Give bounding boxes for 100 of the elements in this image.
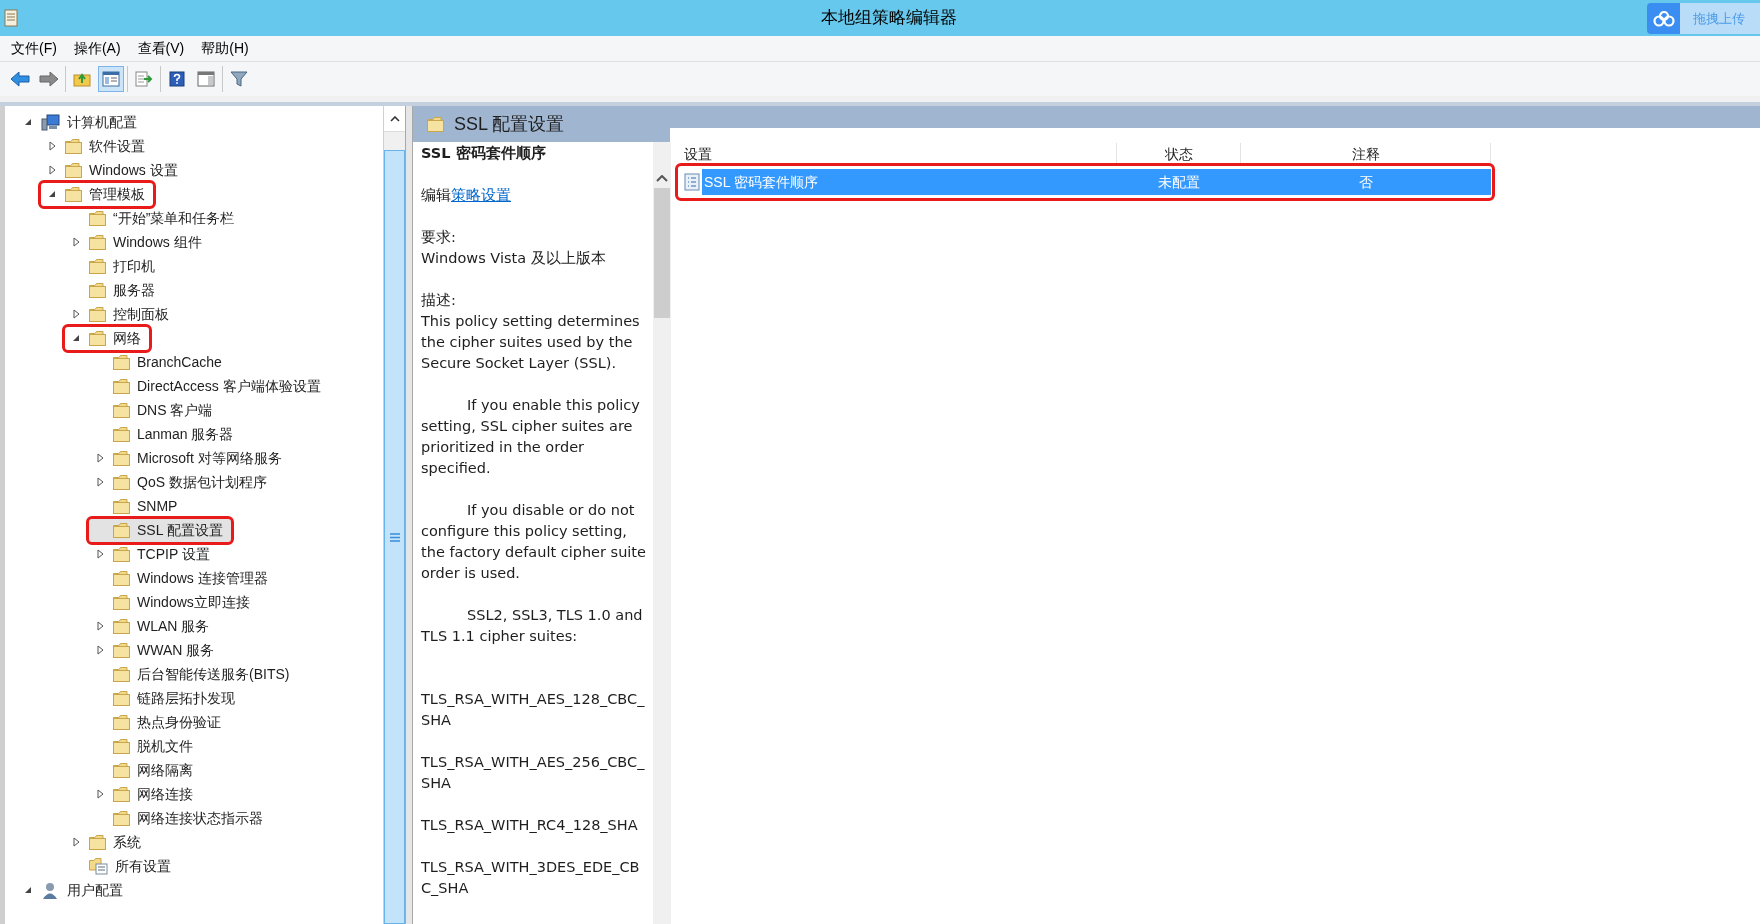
collapsed-triangle-icon[interactable] [48,141,56,151]
collapsed-triangle-icon[interactable] [96,549,104,559]
tree-item[interactable]: 系统 [65,830,149,854]
list-cell-text: SSL 密码套件顺序 [703,172,819,192]
folder-icon [113,618,130,634]
description-label: 描述: [421,291,457,310]
tree-item[interactable]: SSL 配置设置 [89,518,231,542]
menu-item[interactable]: 查看(V) [130,38,192,59]
tree-item[interactable]: 控制面板 [65,302,177,326]
tree-item-label: DNS 客户端 [137,400,213,420]
collapsed-triangle-icon[interactable] [96,453,104,463]
collapsed-triangle-icon[interactable] [96,789,104,799]
collapsed-triangle-icon[interactable] [72,237,80,247]
tree-item-label: 用户配置 [67,880,123,900]
tree-item[interactable]: WWAN 服务 [89,638,223,662]
tree-item-label: 控制面板 [113,304,169,324]
collapsed-triangle-icon[interactable] [96,477,104,487]
collapsed-triangle-icon[interactable] [96,621,104,631]
expanded-triangle-icon[interactable] [72,334,80,342]
tree-item-label: Windows 组件 [113,232,202,252]
tree-item[interactable]: TCPIP 设置 [89,542,218,566]
collapsed-triangle-icon[interactable] [72,837,80,847]
folder-icon [113,474,130,490]
collapsed-triangle-icon[interactable] [72,309,80,319]
tree-item[interactable]: WLAN 服务 [89,614,218,638]
folder-icon [113,738,130,754]
upload-label: 拖拽上传 [1693,9,1745,28]
tree-item[interactable]: QoS 数据包计划程序 [89,470,275,494]
tree-item-label: Windows 连接管理器 [137,568,268,588]
column-header[interactable]: 状态 [1117,143,1241,165]
folder-icon [89,258,106,274]
folder-icon [113,762,130,778]
tree-item[interactable]: 网络隔离 [89,758,201,782]
tree-item-label: WLAN 服务 [137,616,210,636]
requirements-text: Windows Vista 及以上版本 [421,249,607,268]
tree-item[interactable]: 脱机文件 [89,734,201,758]
tree-item[interactable]: Lanman 服务器 [89,422,242,446]
tree-item[interactable]: Windows立即连接 [89,590,258,614]
tree-item[interactable]: SNMP [89,494,186,518]
tree-item-label: 所有设置 [115,856,171,876]
cloud-icon [1652,10,1675,27]
scrollbar[interactable] [653,142,671,924]
tree-item[interactable]: 热点身份验证 [89,710,229,734]
description-paragraph: SSL2, SSL3, TLS 1.0 and TLS 1.1 cipher suites: [421,606,644,646]
tree-item[interactable]: BranchCache [89,350,230,374]
folder-icon [113,546,130,562]
collapsed-triangle-icon[interactable] [48,165,56,175]
tree-item-label: 网络连接状态指示器 [137,808,263,828]
forward-arrow-icon [39,71,59,87]
tree-item[interactable]: 网络 [65,326,149,350]
menu-item[interactable]: 操作(A) [66,38,128,59]
tree-item[interactable]: 打印机 [65,254,163,278]
tree-item[interactable]: 管理模板 [41,182,153,206]
folder-icon [89,210,106,226]
tree-item[interactable]: 计算机配置 [17,110,145,134]
tree-item[interactable]: 所有设置 [65,854,179,878]
tree-item[interactable]: DNS 客户端 [89,398,221,422]
tree-item[interactable]: Windows 组件 [65,230,210,254]
folder-icon [113,522,130,538]
tree-item-label: 网络连接 [137,784,193,804]
tree-item[interactable]: Windows 连接管理器 [89,566,276,590]
tree-item[interactable]: 网络连接状态指示器 [89,806,271,830]
description-paragraph: TLS_RSA_WITH_RC4_128_SHA [421,816,639,835]
description-paragraph: TLS_RSA_WITH_3DES_EDE_CBC_SHA [421,858,641,898]
tree-item-label: Windows立即连接 [137,592,250,612]
computer-icon [41,113,60,131]
folder-icon [65,186,82,202]
scrollbar-thumb[interactable] [654,188,670,318]
expanded-triangle-icon[interactable] [24,886,32,894]
tree-item[interactable]: 用户配置 [17,878,131,902]
description-paragraph: TLS_RSA_WITH_AES_128_CBC_SHA [421,690,646,730]
policy-settings-link[interactable]: 策略设置 [451,187,511,203]
tree-item[interactable]: Windows 设置 [41,158,186,182]
toolbar-button[interactable] [98,66,124,92]
tree-item[interactable]: Microsoft 对等网络服务 [89,446,290,470]
scroll-up-button[interactable] [384,106,405,132]
tree-item[interactable]: 后台智能传送服务(BITS) [89,662,298,686]
menu-item[interactable]: 文件(F) [4,38,64,59]
tree-item-label: TCPIP 设置 [137,544,210,564]
column-header[interactable]: 设置 [679,143,1117,165]
tree-item[interactable]: 软件设置 [41,134,153,158]
setting-name: SSL 密码套件顺序 [421,144,547,163]
folder-icon [113,594,130,610]
tree-item[interactable]: “开始”菜单和任务栏 [65,206,243,230]
folder-icon [89,306,106,322]
collapsed-triangle-icon[interactable] [96,645,104,655]
tree-item-label: 链路层拓扑发现 [137,688,235,708]
expanded-triangle-icon[interactable] [48,190,56,198]
tree-item[interactable]: 链路层拓扑发现 [89,686,243,710]
column-header[interactable]: 注释 [1241,143,1491,165]
tree-item[interactable]: DirectAccess 客户端体验设置 [89,374,329,398]
tree-item[interactable]: 网络连接 [89,782,201,806]
menu-item[interactable]: 帮助(H) [194,38,256,59]
folder-up-icon [73,71,91,87]
tree-item[interactable]: 服务器 [65,278,163,302]
folder-icon [427,116,444,132]
description-paragraph: TLS_RSA_WITH_AES_256_CBC_SHA [421,753,646,793]
folder-icon [89,234,106,250]
expanded-triangle-icon[interactable] [24,118,32,126]
tree-item-label: SSL 配置设置 [137,520,223,540]
